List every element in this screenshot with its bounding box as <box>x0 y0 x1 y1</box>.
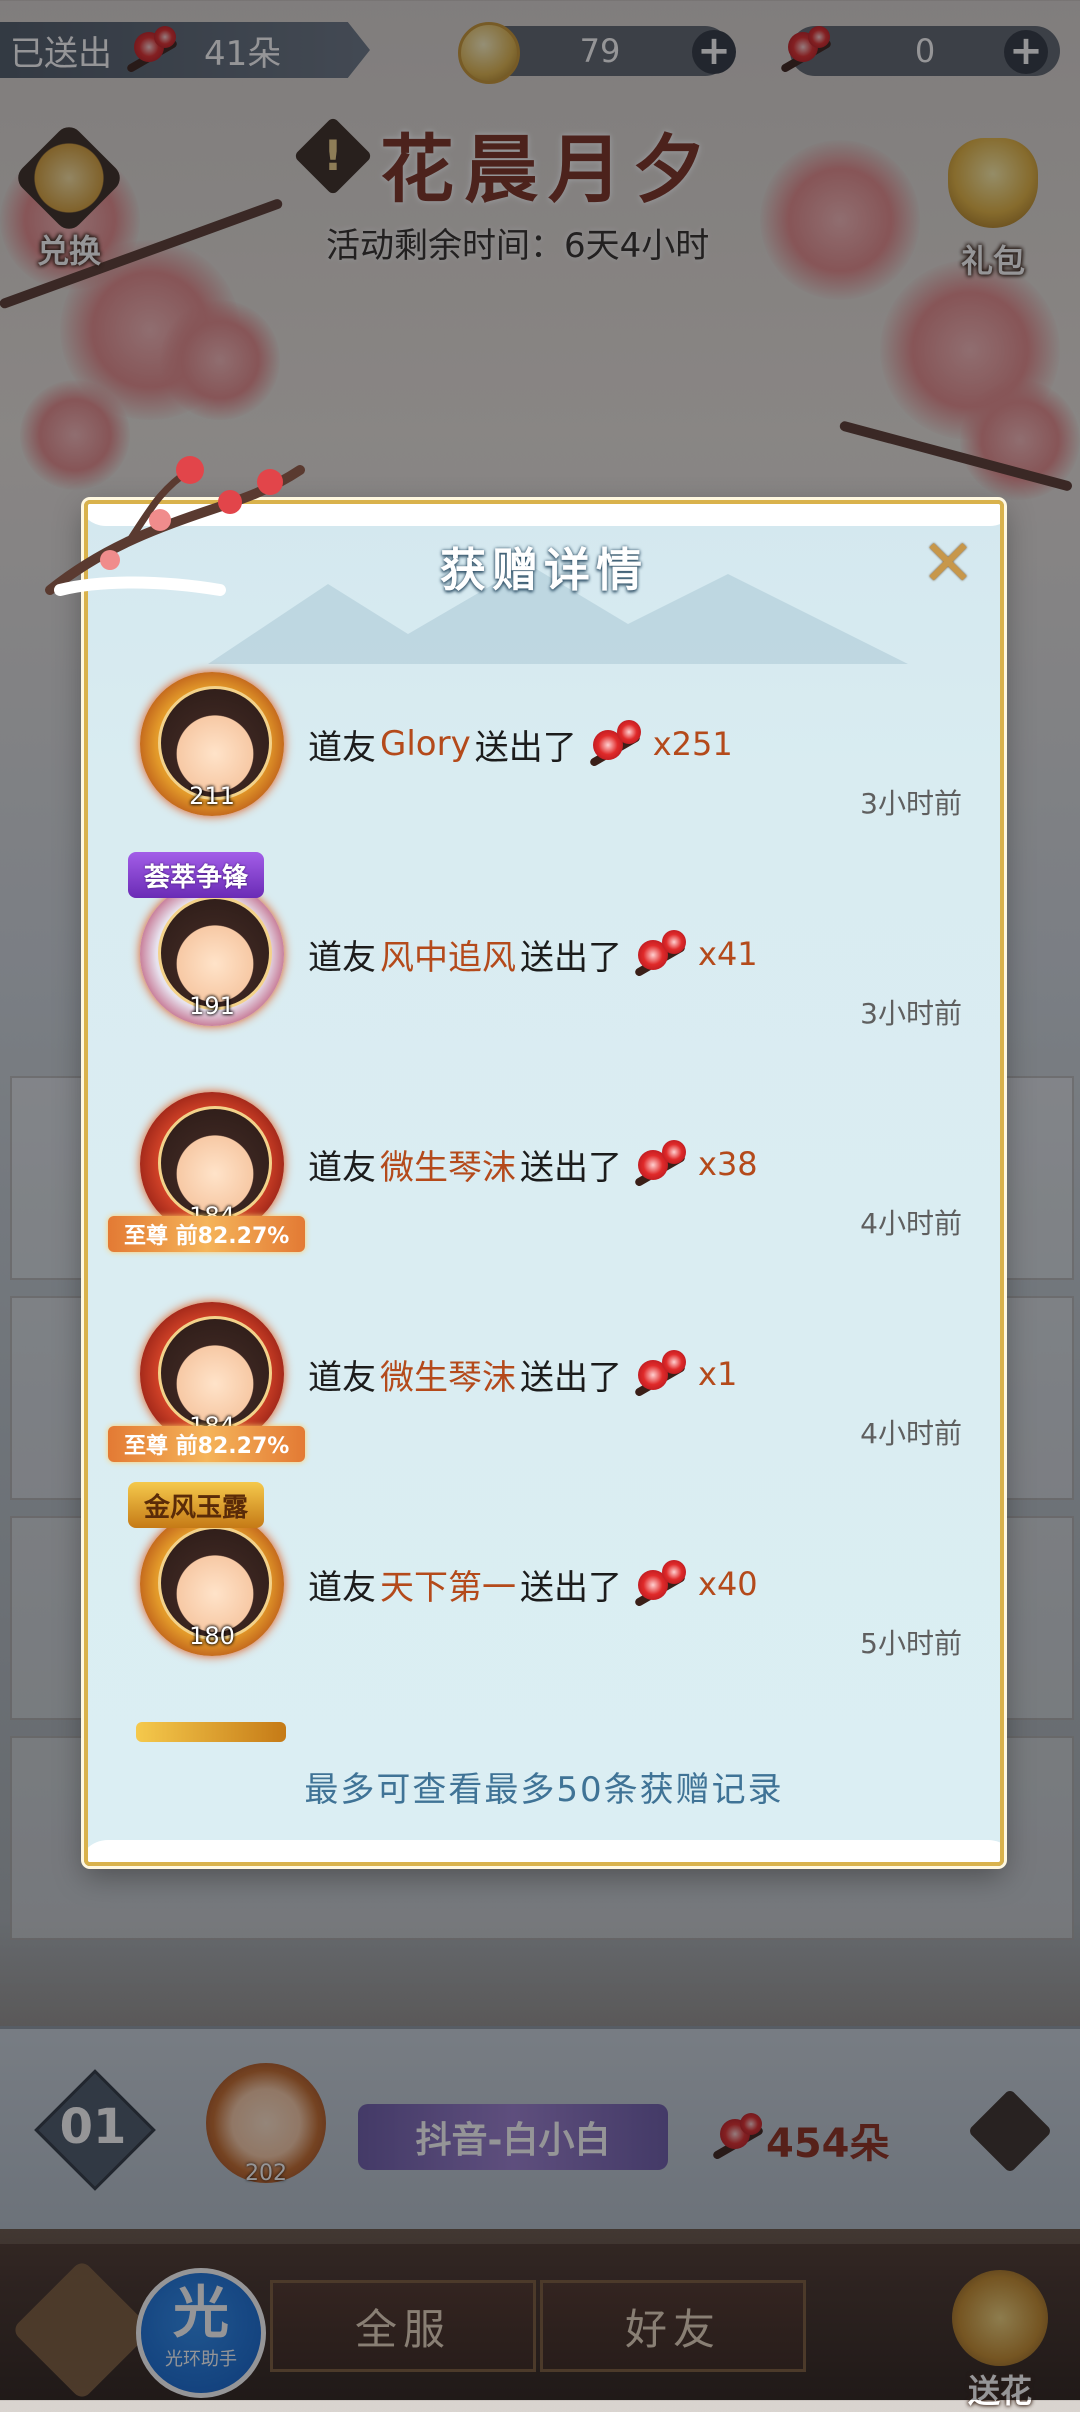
gift-record: 211 道友 Glory 送出了 x251 3小时前 <box>88 664 1000 874</box>
plum-flower-icon <box>628 1556 696 1612</box>
plum-flower-icon <box>628 926 696 982</box>
giver-name: 天下第一 <box>380 1567 516 1608</box>
record-text: 道友 微生琴沫 送出了 x38 <box>308 1136 758 1192</box>
record-time: 4小时前 <box>860 1417 962 1450</box>
avatar-level: 191 <box>189 992 235 1020</box>
rank-tag: 至尊 前82.27% <box>108 1216 306 1252</box>
records-limit-note: 最多可查看最多50条获赠记录 <box>304 1770 784 1810</box>
gift-quantity: x1 <box>698 1355 738 1393</box>
avatar-level: 180 <box>189 1622 235 1650</box>
partial-title-badge <box>136 1722 286 1742</box>
gift-record: 180 金风玉露 道友 天下第一 送出了 x40 5小时前 <box>88 1482 1000 1714</box>
title-badge: 荟萃争锋 <box>128 852 265 898</box>
gift-quantity: x40 <box>698 1565 758 1603</box>
avatar-level: 211 <box>189 782 235 810</box>
plum-flower-icon <box>628 1346 696 1402</box>
giver-name: Glory <box>380 724 471 764</box>
giver-name: 微生琴沫 <box>380 1357 516 1398</box>
record-time: 4小时前 <box>860 1207 962 1240</box>
avatar[interactable]: 180 金风玉露 <box>128 1482 292 1664</box>
record-time: 5小时前 <box>860 1627 962 1660</box>
plum-branch-decoration <box>45 456 305 596</box>
record-text: 道友 天下第一 送出了 x40 <box>308 1556 758 1612</box>
gift-quantity: x41 <box>698 935 758 973</box>
giver-name: 风中追风 <box>380 937 516 978</box>
plum-flower-icon <box>583 716 651 772</box>
avatar[interactable]: 184 至尊 前82.27% <box>108 1084 306 1252</box>
record-text: 道友 Glory 送出了 x251 <box>308 716 733 772</box>
giver-name: 微生琴沫 <box>380 1147 516 1188</box>
gift-quantity: x251 <box>652 725 733 763</box>
gift-quantity: x38 <box>698 1145 758 1183</box>
plum-flower-icon <box>628 1136 696 1192</box>
avatar[interactable]: 184 至尊 前82.27% <box>108 1294 306 1462</box>
gift-record: 191 荟萃争锋 道友 风中追风 送出了 x41 3小时前 <box>88 852 1000 1084</box>
gift-details-modal: 获赠详情 ✕ 211 道友 Glory 送出了 x251 3小时前 191 荟萃… <box>84 500 1004 1866</box>
record-text: 道友 微生琴沫 送出了 x1 <box>308 1346 737 1402</box>
title-badge: 金风玉露 <box>128 1482 265 1528</box>
rank-tag: 至尊 前82.27% <box>108 1426 306 1462</box>
avatar[interactable]: 211 <box>132 664 292 824</box>
snow-decoration <box>88 1840 1000 1862</box>
record-time: 3小时前 <box>860 997 962 1030</box>
close-icon[interactable]: ✕ <box>920 532 976 596</box>
record-text: 道友 风中追风 送出了 x41 <box>308 926 758 982</box>
record-time: 3小时前 <box>860 787 962 820</box>
avatar[interactable]: 191 荟萃争锋 <box>128 852 292 1034</box>
gift-record: 184 至尊 前82.27% 道友 微生琴沫 送出了 x38 4小时前 <box>88 1084 1000 1294</box>
gift-record: 184 至尊 前82.27% 道友 微生琴沫 送出了 x1 4小时前 <box>88 1294 1000 1504</box>
